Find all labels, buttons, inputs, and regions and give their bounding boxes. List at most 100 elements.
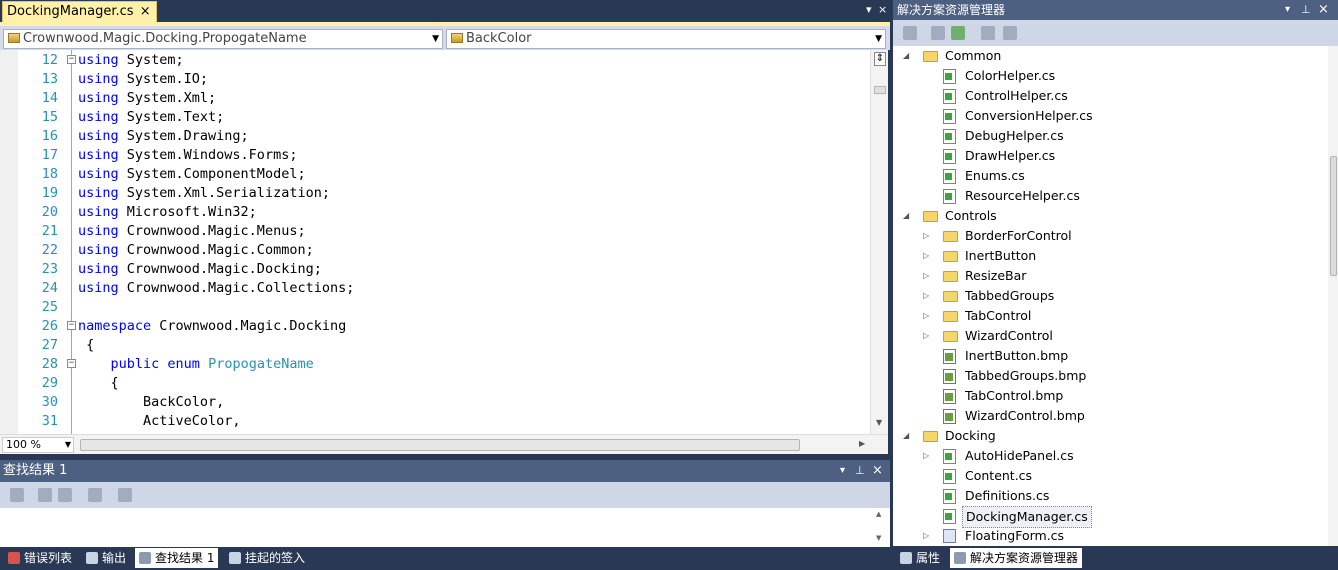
expand-icon[interactable]: ▷ [923, 526, 929, 546]
clear-all-icon[interactable] [88, 488, 102, 502]
scroll-thumb[interactable] [874, 86, 886, 94]
line-number: 21 [41, 223, 58, 239]
code-line[interactable]: 12− using System; [0, 51, 870, 70]
code-line[interactable]: 19 using System.Xml.Serialization; [0, 184, 870, 203]
line-number: 22 [41, 242, 58, 258]
find-results-content[interactable]: ▲ ▼ [0, 508, 888, 547]
code-line[interactable]: 29 { [0, 374, 870, 393]
type-combo[interactable]: Crownwood.Magic.Docking.PropogateName ▼ [3, 29, 443, 49]
tree-vertical-scrollbar[interactable] [1328, 46, 1338, 546]
tree-item-label: ResourceHelper.cs [965, 188, 1080, 203]
code-line[interactable]: 31 ActiveColor, [0, 412, 870, 431]
code-line[interactable]: 15 using System.Text; [0, 108, 870, 127]
tree-item-label: InertButton [965, 248, 1037, 263]
zoom-combo[interactable]: 100 % ▼ [2, 437, 74, 453]
code-line[interactable]: 14 using System.Xml; [0, 89, 870, 108]
chevron-down-icon[interactable]: ▾ [866, 3, 872, 16]
horizontal-scroll-thumb[interactable] [80, 439, 800, 451]
code-line[interactable]: 17 using System.Windows.Forms; [0, 146, 870, 165]
code-line[interactable]: 20 using Microsoft.Win32; [0, 203, 870, 222]
goto-location-icon[interactable] [10, 488, 24, 502]
tab-dockingmanager-cs[interactable]: DockingManager.cs × [2, 1, 157, 22]
close-icon[interactable]: × [878, 3, 887, 16]
code-editor[interactable]: 12− using System; 13 using System.IO; 14 usin… [0, 50, 888, 434]
code-line[interactable]: 26− namespace Crownwood.Magic.Docking [0, 317, 870, 336]
collapse-icon[interactable]: ◢ [903, 46, 909, 66]
chevron-down-icon[interactable]: ▾ [840, 460, 845, 482]
expand-icon[interactable]: ▷ [923, 326, 929, 346]
split-icon[interactable]: ⇕ [874, 52, 886, 66]
chevron-down-icon[interactable]: ▾ [1285, 0, 1290, 20]
collapse-icon[interactable]: ◢ [903, 426, 909, 446]
tree-item-label: AutoHidePanel.cs [965, 448, 1074, 463]
chevron-down-icon[interactable]: ▼ [65, 438, 71, 452]
keyword-token: using [78, 71, 119, 87]
solution-tree: ◢ Common ColorHelper.cs ControlHelper.cs Con… [893, 46, 1328, 546]
tree-item-label: TabbedGroups [965, 288, 1055, 303]
tree-item-label: TabbedGroups.bmp [965, 368, 1087, 383]
code-text: { [78, 374, 119, 393]
scroll-up-icon[interactable]: ▲ [876, 510, 881, 518]
code-text: using System.Xml; [78, 89, 216, 108]
tab-error-list[interactable]: 错误列表 [4, 548, 76, 568]
line-number: 25 [41, 299, 58, 315]
scroll-down-icon[interactable]: ▼ [876, 418, 882, 427]
tab-output[interactable]: 输出 [82, 548, 130, 568]
scroll-right-icon[interactable]: ▶ [859, 439, 865, 448]
tab-pending-checkins[interactable]: 挂起的签入 [225, 548, 309, 568]
refresh-icon[interactable] [951, 26, 965, 40]
code-line[interactable]: 13 using System.IO; [0, 70, 870, 89]
pin-icon[interactable]: ⊥ [855, 460, 865, 482]
solution-explorer-toolbar [893, 20, 1338, 46]
view-code-icon[interactable] [981, 26, 995, 40]
scroll-down-icon[interactable]: ▼ [876, 534, 881, 542]
expand-icon[interactable]: ▷ [923, 266, 929, 286]
code-line[interactable]: 18 using System.ComponentModel; [0, 165, 870, 184]
chevron-down-icon[interactable]: ▼ [432, 30, 439, 48]
code-line[interactable]: 30 BackColor, [0, 393, 870, 412]
member-combo[interactable]: BackColor ▼ [446, 29, 886, 49]
previous-result-icon[interactable] [38, 488, 52, 502]
collapse-icon[interactable]: − [67, 55, 76, 64]
code-line[interactable]: 22 using Crownwood.Magic.Common; [0, 241, 870, 260]
code-text: using Crownwood.Magic.Common; [78, 241, 314, 260]
expand-icon[interactable]: ▷ [923, 306, 929, 326]
expand-icon[interactable]: ▷ [923, 286, 929, 306]
code-line[interactable]: 24 using Crownwood.Magic.Collections; [0, 279, 870, 298]
class-diagram-icon[interactable] [1003, 26, 1017, 40]
tab-find-results[interactable]: 查找结果 1 [135, 548, 219, 568]
chevron-down-icon[interactable]: ▼ [875, 30, 882, 48]
close-icon[interactable]: × [140, 2, 151, 22]
tab-properties[interactable]: 属性 [896, 548, 944, 568]
scroll-thumb[interactable] [1330, 156, 1337, 276]
collapse-icon[interactable]: − [67, 359, 76, 368]
properties-icon[interactable] [903, 26, 917, 40]
expand-icon[interactable]: ▷ [923, 446, 929, 466]
expand-icon[interactable]: ▷ [923, 246, 929, 266]
pin-icon[interactable]: ⊥ [1301, 0, 1311, 20]
text-token: Crownwood.Magic.Collections; [118, 280, 355, 296]
close-icon[interactable]: × [1318, 0, 1329, 20]
line-number: 12 [41, 52, 58, 68]
close-icon[interactable]: × [872, 460, 883, 482]
code-line[interactable]: 23 using Crownwood.Magic.Docking; [0, 260, 870, 279]
tree-item-label: DebugHelper.cs [965, 128, 1064, 143]
code-line[interactable]: 28− public enum PropogateName [0, 355, 870, 374]
code-line[interactable]: 25 [0, 298, 870, 317]
collapse-icon[interactable]: − [67, 321, 76, 330]
keyword-token: using [78, 280, 119, 296]
show-all-files-icon[interactable] [931, 26, 945, 40]
code-line[interactable]: 21 using Crownwood.Magic.Menus; [0, 222, 870, 241]
line-number: 26 [41, 318, 58, 334]
next-result-icon[interactable] [58, 488, 72, 502]
cs-file-icon [943, 509, 956, 524]
code-line[interactable]: 16 using System.Drawing; [0, 127, 870, 146]
line-number: 28 [41, 356, 58, 372]
vertical-scrollbar[interactable]: ⇕ ▼ [870, 50, 888, 434]
tab-solution-explorer[interactable]: 解决方案资源管理器 [950, 548, 1083, 568]
expand-icon[interactable]: ▷ [923, 226, 929, 246]
document-tab-strip: DockingManager.cs × ▾ × [0, 0, 890, 22]
binoculars-icon[interactable] [118, 488, 132, 502]
code-line[interactable]: 27 { [0, 336, 870, 355]
collapse-icon[interactable]: ◢ [903, 206, 909, 226]
